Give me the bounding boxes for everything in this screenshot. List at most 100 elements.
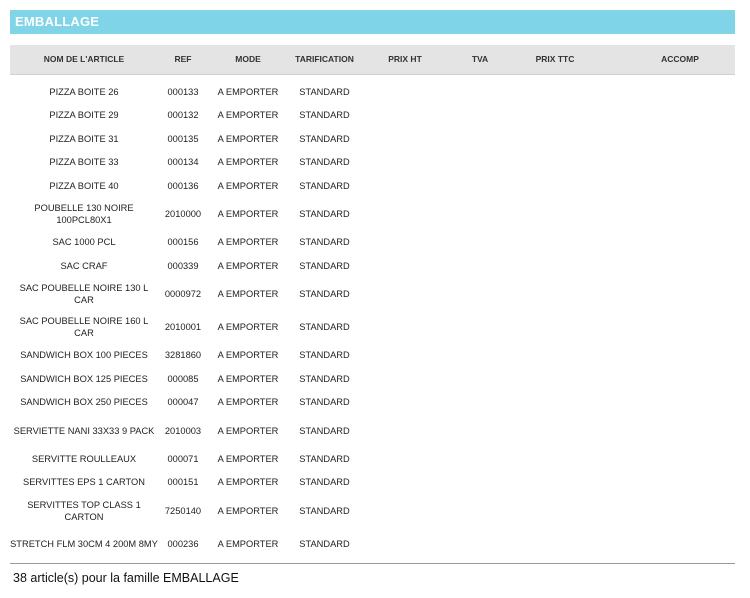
table-row: SAC CRAF 000339 A EMPORTER STANDARD: [10, 254, 735, 278]
table-row: SAC POUBELLE NOIRE 160 L CAR 2010001 A EMP…: [10, 311, 735, 344]
cell-mode: A EMPORTER: [217, 477, 279, 488]
cell-tarification: STANDARD: [299, 157, 350, 168]
table-row: SANDWICH BOX 100 PIECES 3281860 A EMPORTER…: [10, 344, 735, 368]
cell-tarification: STANDARD: [299, 322, 350, 332]
cell-name: SERVITTES EPS 1 CARTON: [23, 477, 145, 488]
cell-ref: 000339: [167, 260, 199, 271]
cell-mode: A EMPORTER: [217, 505, 279, 516]
table-row: STRETCH FLM 30CM 4 200M 8MY 000236 A EMPOR…: [10, 527, 735, 560]
cell-mode: A EMPORTER: [217, 322, 279, 332]
table-header: NOM DE L'ARTICLE REF MODE TARIFICATION P…: [10, 45, 735, 75]
table-body: PIZZA BOITE 26 000133 A EMPORTER STANDARD PI…: [10, 80, 735, 560]
cell-name: SANDWICH BOX 100 PIECES: [20, 350, 148, 361]
cell-name: PIZZA BOITE 29: [49, 110, 119, 121]
cell-tarification: STANDARD: [299, 453, 350, 464]
cell-mode: A EMPORTER: [217, 425, 279, 436]
table-row: SAC POUBELLE NOIRE 130 L CAR 0000972 A EMP…: [10, 278, 735, 311]
cell-mode: A EMPORTER: [217, 133, 279, 144]
cell-ref: 000085: [167, 373, 199, 384]
cell-name: SAC POUBELLE NOIRE 130 L CAR: [19, 283, 149, 305]
section-title: EMBALLAGE: [15, 14, 100, 29]
cell-tarification: STANDARD: [299, 209, 350, 219]
cell-name: SERVITTES TOP CLASS 1 CARTON: [27, 499, 141, 522]
cell-tarification: STANDARD: [299, 505, 350, 516]
cell-ref: 000135: [167, 133, 199, 144]
cell-mode: A EMPORTER: [217, 397, 279, 408]
cell-tarification: STANDARD: [299, 237, 350, 248]
cell-mode: A EMPORTER: [217, 350, 279, 361]
table-row: PIZZA BOITE 26 000133 A EMPORTER STANDARD: [10, 80, 735, 104]
cell-ref: 000071: [167, 453, 199, 464]
table-row: SERVIETTE NANI 33X33 9 PACK 2010003 A EMPO…: [10, 414, 735, 447]
footer-divider: [10, 563, 735, 564]
cell-mode: A EMPORTER: [217, 157, 279, 168]
cell-name: SAC POUBELLE NOIRE 160 L CAR: [19, 316, 149, 338]
table-row: SAC 1000 PCL 000156 A EMPORTER STANDARD: [10, 231, 735, 255]
table-row: PIZZA BOITE 40 000136 A EMPORTER STANDARD: [10, 174, 735, 198]
cell-tarification: STANDARD: [299, 86, 350, 97]
column-header-mode: MODE: [235, 54, 261, 64]
cell-mode: A EMPORTER: [217, 180, 279, 191]
cell-ref: 000151: [167, 477, 199, 488]
column-header-ref: REF: [174, 54, 192, 64]
cell-name: POUBELLE 130 NOIRE 100PCL80X1: [34, 203, 134, 225]
table-row: POUBELLE 130 NOIRE 100PCL80X1 2010000 A EM…: [10, 198, 735, 231]
cell-tarification: STANDARD: [299, 538, 350, 549]
table-row: SANDWICH BOX 250 PIECES 000047 A EMPORTER S…: [10, 391, 735, 415]
cell-ref: 3281860: [164, 350, 202, 361]
table-row: PIZZA BOITE 31 000135 A EMPORTER STANDARD: [10, 127, 735, 151]
table-row: SERVITTE ROULLEAUX 000071 A EMPORTER STANDA…: [10, 447, 735, 471]
cell-tarification: STANDARD: [299, 373, 350, 384]
table-row: SERVITTES EPS 1 CARTON 000151 A EMPORTER ST…: [10, 471, 735, 495]
table-row: PIZZA BOITE 29 000132 A EMPORTER STANDARD: [10, 104, 735, 128]
cell-ref: 000156: [167, 237, 199, 248]
cell-tarification: STANDARD: [299, 289, 350, 299]
cell-tarification: STANDARD: [299, 110, 350, 121]
cell-ref: 000132: [167, 110, 199, 121]
column-header-accomp: ACCOMP: [661, 54, 699, 64]
cell-tarification: STANDARD: [299, 350, 350, 361]
cell-mode: A EMPORTER: [217, 260, 279, 271]
cell-tarification: STANDARD: [299, 477, 350, 488]
column-header-prix-ttc: PRIX TTC: [535, 54, 575, 64]
cell-name: PIZZA BOITE 26: [49, 86, 119, 97]
cell-name: PIZZA BOITE 33: [49, 157, 119, 168]
cell-ref: 7250140: [164, 505, 202, 516]
cell-ref: 000047: [167, 397, 199, 408]
cell-ref: 000134: [167, 157, 199, 168]
cell-ref: 2010001: [164, 322, 202, 332]
cell-tarification: STANDARD: [299, 180, 350, 191]
cell-name: PIZZA BOITE 31: [49, 133, 119, 144]
cell-mode: A EMPORTER: [217, 237, 279, 248]
cell-ref: 000133: [167, 86, 199, 97]
cell-name: SERVIETTE NANI 33X33 9 PACK: [13, 425, 155, 436]
cell-mode: A EMPORTER: [217, 110, 279, 121]
table-row: PIZZA BOITE 33 000134 A EMPORTER STANDARD: [10, 151, 735, 175]
cell-ref: 000136: [167, 180, 199, 191]
cell-ref: 2010003: [164, 425, 202, 436]
column-header-prix-ht: PRIX HT: [388, 54, 422, 64]
column-header-name: NOM DE L'ARTICLE: [43, 54, 125, 64]
column-header-tva: TVA: [471, 54, 489, 64]
cell-mode: A EMPORTER: [217, 86, 279, 97]
cell-mode: A EMPORTER: [217, 289, 279, 299]
cell-name: PIZZA BOITE 40: [49, 180, 119, 191]
cell-tarification: STANDARD: [299, 260, 350, 271]
cell-tarification: STANDARD: [299, 397, 350, 408]
cell-mode: A EMPORTER: [217, 453, 279, 464]
cell-mode: A EMPORTER: [217, 209, 279, 219]
cell-tarification: STANDARD: [299, 133, 350, 144]
table-row: SERVITTES TOP CLASS 1 CARTON 7250140 A EMP…: [10, 494, 735, 527]
cell-name: SAC CRAF: [60, 260, 108, 271]
footer-summary: 38 article(s) pour la famille EMBALLAGE: [13, 571, 239, 585]
cell-name: SANDWICH BOX 250 PIECES: [20, 397, 148, 408]
cell-ref: 000236: [167, 538, 199, 549]
table-row: SANDWICH BOX 125 PIECES 000085 A EMPORTER S…: [10, 367, 735, 391]
cell-mode: A EMPORTER: [217, 538, 279, 549]
section-banner: EMBALLAGE: [10, 10, 735, 34]
cell-ref: 2010000: [164, 209, 202, 219]
cell-tarification: STANDARD: [299, 425, 350, 436]
cell-name: SANDWICH BOX 125 PIECES: [20, 373, 148, 384]
cell-mode: A EMPORTER: [217, 373, 279, 384]
cell-ref: 0000972: [164, 289, 202, 299]
